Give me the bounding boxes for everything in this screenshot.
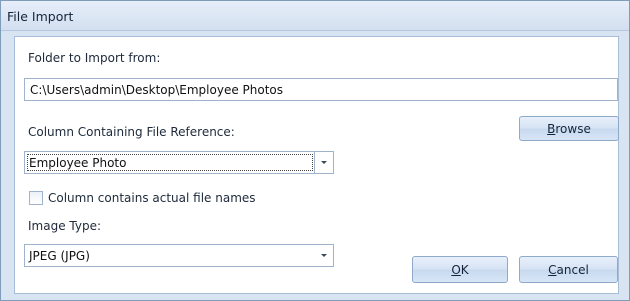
cancel-label-rest: ancel [556, 262, 589, 277]
browse-button[interactable]: Browse [519, 116, 619, 141]
cancel-button[interactable]: Cancel [519, 256, 618, 283]
image-type-selected-value: JPEG (JPG) [29, 249, 90, 263]
image-type-select[interactable]: JPEG (JPG) [24, 244, 334, 267]
file-names-checkbox[interactable] [29, 191, 43, 205]
image-type-dropdown-button[interactable] [314, 245, 333, 266]
chevron-down-icon [320, 254, 327, 257]
file-import-dialog: File Import Folder to Import from: C:\Us… [0, 0, 630, 301]
window-title: File Import [7, 9, 74, 24]
ok-mnemonic: O [451, 262, 461, 277]
ok-button[interactable]: OK [412, 256, 508, 283]
folder-label: Folder to Import from: [28, 51, 161, 65]
chevron-down-icon [321, 161, 327, 164]
column-dropdown-button[interactable] [314, 152, 333, 173]
browse-mnemonic: B [547, 121, 556, 136]
cancel-mnemonic: C [548, 262, 557, 277]
column-selected-value: Employee Photo [29, 156, 127, 170]
column-select[interactable]: Employee Photo [24, 151, 334, 174]
ok-label-rest: K [460, 262, 469, 277]
title-bar[interactable]: File Import [1, 1, 629, 31]
folder-path-input[interactable]: C:\Users\admin\Desktop\Employee Photos [24, 78, 618, 101]
image-type-label: Image Type: [28, 219, 102, 233]
file-names-checkbox-label[interactable]: Column contains actual file names [48, 191, 256, 205]
column-label: Column Containing File Reference: [28, 125, 235, 139]
browse-label-rest: rowse [555, 121, 591, 136]
